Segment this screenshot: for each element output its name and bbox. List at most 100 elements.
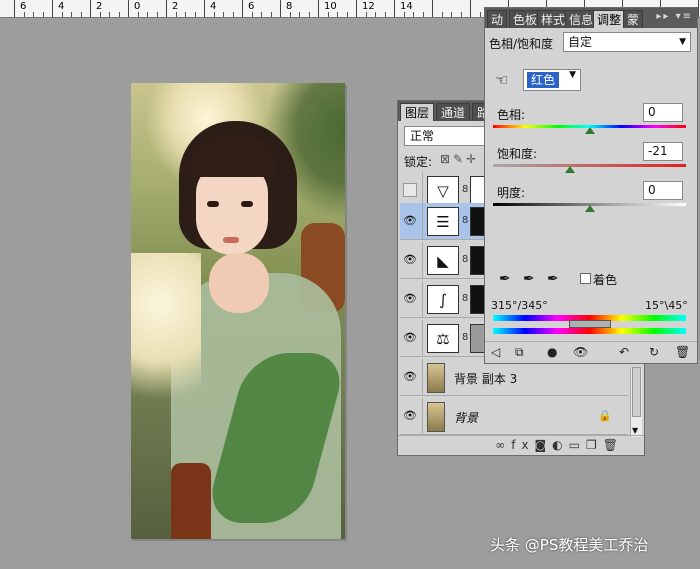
link-layers-icon[interactable]: ∞ (495, 438, 511, 452)
ruler-minor-tick (346, 12, 348, 17)
ruler-minor-tick (299, 12, 300, 17)
ruler-label: 4 (210, 1, 217, 12)
ruler-tick (14, 0, 15, 17)
ruler-tick (432, 0, 433, 17)
tab-adjustments[interactable]: 调整 (593, 10, 626, 28)
chevron-down-icon: ▼ (679, 37, 686, 47)
panel-menu-icon[interactable]: ▸▸ ▾≡ (656, 11, 693, 22)
ruler-tick (128, 0, 129, 17)
ruler-label: 0 (134, 1, 141, 12)
tab-layers[interactable]: 图层 (400, 103, 435, 121)
ruler-minor-tick (232, 12, 234, 17)
lock-move-icon[interactable]: ✛ (466, 152, 479, 166)
hue-input[interactable]: 0 (643, 103, 683, 122)
delete-layer-icon[interactable]: 🗑 (603, 438, 624, 452)
tab-masks[interactable]: 蒙 (623, 10, 644, 28)
link-icon: 8 (462, 184, 469, 195)
clip-layer-icon[interactable]: ● (547, 345, 557, 359)
ruler-minor-tick (109, 12, 110, 17)
ruler-minor-tick (175, 12, 177, 17)
targeted-adjustment-hand-icon[interactable]: ☜ (495, 71, 508, 89)
preset-select[interactable]: 自定 ▼ (563, 32, 691, 52)
ruler-tick (204, 0, 205, 17)
ruler-minor-tick (270, 12, 272, 17)
fx-icon[interactable]: fx (511, 438, 534, 452)
tab-animation[interactable]: 动 (487, 10, 508, 28)
add-mask-icon[interactable]: ◙ (535, 438, 553, 452)
photo-left-eye (207, 201, 219, 207)
layer-name[interactable]: 背景 (454, 409, 478, 426)
eye-icon[interactable]: 👁 (403, 409, 417, 423)
new-layer-icon[interactable]: ❐ (586, 438, 603, 452)
ruler-minor-tick (137, 12, 139, 17)
tab-channels[interactable]: 通道 (436, 103, 471, 121)
channel-value: 红色 (527, 72, 560, 88)
ruler-minor-tick (337, 12, 338, 17)
layer-row[interactable]: 👁 背景 🔒 (400, 398, 628, 435)
canvas-photo[interactable] (131, 83, 345, 539)
ruler-minor-tick (23, 12, 25, 17)
ruler-tick (394, 0, 395, 17)
ruler-minor-tick (156, 12, 158, 17)
ruler-tick (698, 0, 699, 17)
back-arrow-icon[interactable]: ◁ (491, 345, 500, 359)
ruler-minor-tick (251, 12, 253, 17)
photo-flowers (131, 253, 201, 423)
ruler-minor-tick (289, 12, 291, 17)
lock-icons[interactable]: ⊠✎✛ (440, 152, 479, 166)
ruler-label: 2 (96, 1, 103, 12)
saturation-input[interactable]: -21 (643, 142, 683, 161)
layer-row[interactable]: 👁 背景 副本 3 (400, 359, 628, 396)
color-balance-icon: ⚖ (427, 324, 459, 353)
scroll-down-icon[interactable]: ▼ (632, 426, 638, 435)
eye-icon[interactable]: 👁 (403, 370, 417, 384)
eyedropper-subtract-icon[interactable]: ✒ (547, 271, 559, 287)
ruler-minor-tick (413, 12, 414, 17)
eye-icon[interactable]: 👁 (403, 292, 417, 306)
hue-slider-handle[interactable] (585, 127, 595, 134)
ruler-tick (242, 0, 243, 17)
channel-select[interactable]: 红色 ▼ (523, 69, 581, 91)
ruler-minor-tick (308, 12, 310, 17)
eye-icon[interactable]: 👁 (403, 214, 417, 228)
lightness-slider-handle[interactable] (585, 205, 595, 212)
eye-icon[interactable]: 👁 (403, 331, 417, 345)
ruler-label: 4 (58, 1, 65, 12)
reset-icon[interactable]: ↻ (649, 345, 659, 359)
visibility-eye-icon[interactable]: 👁 (573, 345, 588, 359)
photo-right-eye (241, 201, 253, 207)
lightness-input[interactable]: 0 (643, 181, 683, 200)
expand-view-icon[interactable]: ⧉ (515, 345, 524, 360)
ruler-minor-tick (147, 12, 148, 17)
layer-name[interactable]: 背景 副本 3 (454, 370, 517, 387)
result-color-spectrum (493, 328, 686, 334)
ruler-minor-tick (441, 12, 443, 17)
scroll-thumb[interactable] (632, 367, 641, 417)
eye-icon[interactable]: 👁 (403, 253, 417, 267)
ruler-label: 14 (400, 1, 413, 12)
view-previous-icon[interactable]: ↶ (619, 345, 629, 359)
chevron-down-icon: ▼ (569, 70, 576, 80)
saturation-slider-handle[interactable] (565, 166, 575, 173)
layer-thumbnail (427, 363, 445, 393)
ruler-label: 6 (20, 1, 27, 12)
layers-scrollbar[interactable]: ▼ (630, 367, 642, 437)
lock-transparent-icon[interactable]: ⊠ (440, 152, 453, 166)
lock-brush-icon[interactable]: ✎ (453, 152, 466, 166)
range-right-degrees: 15°\45° (645, 299, 688, 312)
delete-adjustment-icon[interactable]: 🗑 (675, 345, 690, 359)
link-icon: 8 (462, 293, 469, 304)
colorize-checkbox[interactable] (580, 273, 591, 284)
ruler-label: 10 (324, 1, 337, 12)
new-group-icon[interactable]: ▭ (569, 438, 586, 452)
lightness-label: 明度: (497, 186, 526, 200)
link-icon: 8 (462, 254, 469, 265)
saturation-slider-track[interactable] (493, 164, 686, 167)
eyedropper-add-icon[interactable]: ✒ (523, 271, 535, 287)
new-adjustment-icon[interactable]: ◐ (552, 438, 568, 452)
ruler-minor-tick (80, 12, 82, 17)
eyedropper-icon[interactable]: ✒ (499, 271, 511, 287)
color-range-slider[interactable] (569, 320, 611, 328)
visibility-toggle[interactable] (403, 183, 417, 197)
link-icon: 8 (462, 215, 469, 226)
